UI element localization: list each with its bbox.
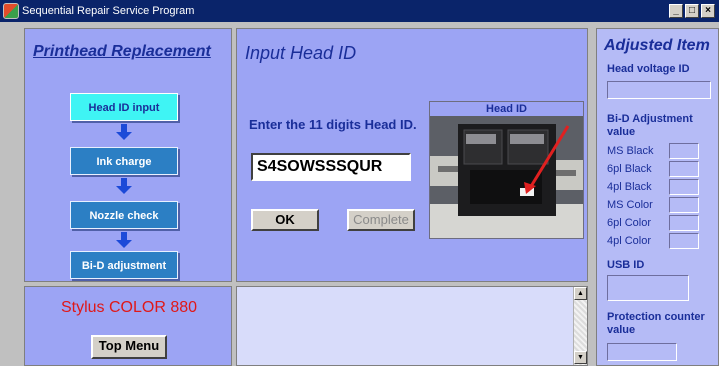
head-id-prompt: Enter the 11 digits Head ID. xyxy=(249,117,417,132)
maximize-button[interactable]: □ xyxy=(685,4,699,18)
arrow-down-icon xyxy=(116,124,132,140)
arrow-down-icon xyxy=(116,232,132,248)
step-bi-d-adjustment[interactable]: Bi-D adjustment xyxy=(70,251,178,279)
bid-adjustment-label: Bi-D Adjustment value xyxy=(607,113,693,138)
protection-counter-label: Protection counter value xyxy=(607,311,705,336)
page-title: Input Head ID xyxy=(245,43,357,63)
app-icon xyxy=(3,3,19,19)
bid-value-field xyxy=(669,197,699,213)
step-ink-charge[interactable]: Ink charge xyxy=(70,147,178,175)
minimize-button[interactable]: _ xyxy=(669,4,683,18)
window-title: Sequential Repair Service Program xyxy=(22,5,195,17)
bid-row-label: 6pl Black xyxy=(607,163,652,175)
scroll-down-icon[interactable]: ▼ xyxy=(574,351,587,364)
bid-row-label: 6pl Color xyxy=(607,217,652,229)
step-head-id-input[interactable]: Head ID input xyxy=(70,93,178,121)
title-bar: Sequential Repair Service Program _ □ × xyxy=(0,0,719,22)
step-nozzle-check[interactable]: Nozzle check xyxy=(70,201,178,229)
photo-label: Head ID xyxy=(430,102,583,116)
bid-value-field xyxy=(669,161,699,177)
head-id-photo: Head ID xyxy=(429,101,584,239)
adjusted-items-panel: Adjusted Item Head voltage ID Bi-D Adjus… xyxy=(596,28,719,366)
bid-value-field xyxy=(669,215,699,231)
window-controls: _ □ × xyxy=(669,4,715,18)
client-area: Printhead Replacement Head ID input Ink … xyxy=(0,22,719,366)
top-menu-button[interactable]: Top Menu xyxy=(91,335,167,359)
bid-row-label: 4pl Black xyxy=(607,181,652,193)
main-panel: Input Head ID Enter the 11 digits Head I… xyxy=(236,28,588,282)
vertical-scrollbar[interactable]: ▲ ▼ xyxy=(573,287,587,365)
head-id-input[interactable]: S4SOWSSSQUR xyxy=(251,153,411,181)
bid-value-field xyxy=(669,233,699,249)
printer-model: Stylus COLOR 880 xyxy=(60,299,198,316)
ok-button[interactable]: OK xyxy=(251,209,319,231)
bid-row-label: MS Black xyxy=(607,145,654,157)
usb-id-label: USB ID xyxy=(607,259,645,271)
scroll-up-icon[interactable]: ▲ xyxy=(574,287,587,300)
adjusted-item-title: Adjusted Item xyxy=(604,37,710,54)
bid-row-label: MS Color xyxy=(607,199,653,211)
steps-panel: Printhead Replacement Head ID input Ink … xyxy=(24,28,232,282)
bid-value-field xyxy=(669,179,699,195)
panel-heading: Printhead Replacement xyxy=(33,43,211,60)
model-panel: Stylus COLOR 880 Top Menu xyxy=(24,286,232,366)
bid-row-label: 4pl Color xyxy=(607,235,652,247)
head-voltage-field xyxy=(607,81,711,99)
protection-counter-field xyxy=(607,343,677,361)
printhead-image xyxy=(430,116,583,238)
arrow-down-icon xyxy=(116,178,132,194)
bid-value-field xyxy=(669,143,699,159)
message-panel: ▲ ▼ xyxy=(236,286,588,366)
head-voltage-label: Head voltage ID xyxy=(607,63,690,75)
complete-button[interactable]: Complete xyxy=(347,209,415,231)
close-button[interactable]: × xyxy=(701,4,715,18)
usb-id-field xyxy=(607,275,689,301)
